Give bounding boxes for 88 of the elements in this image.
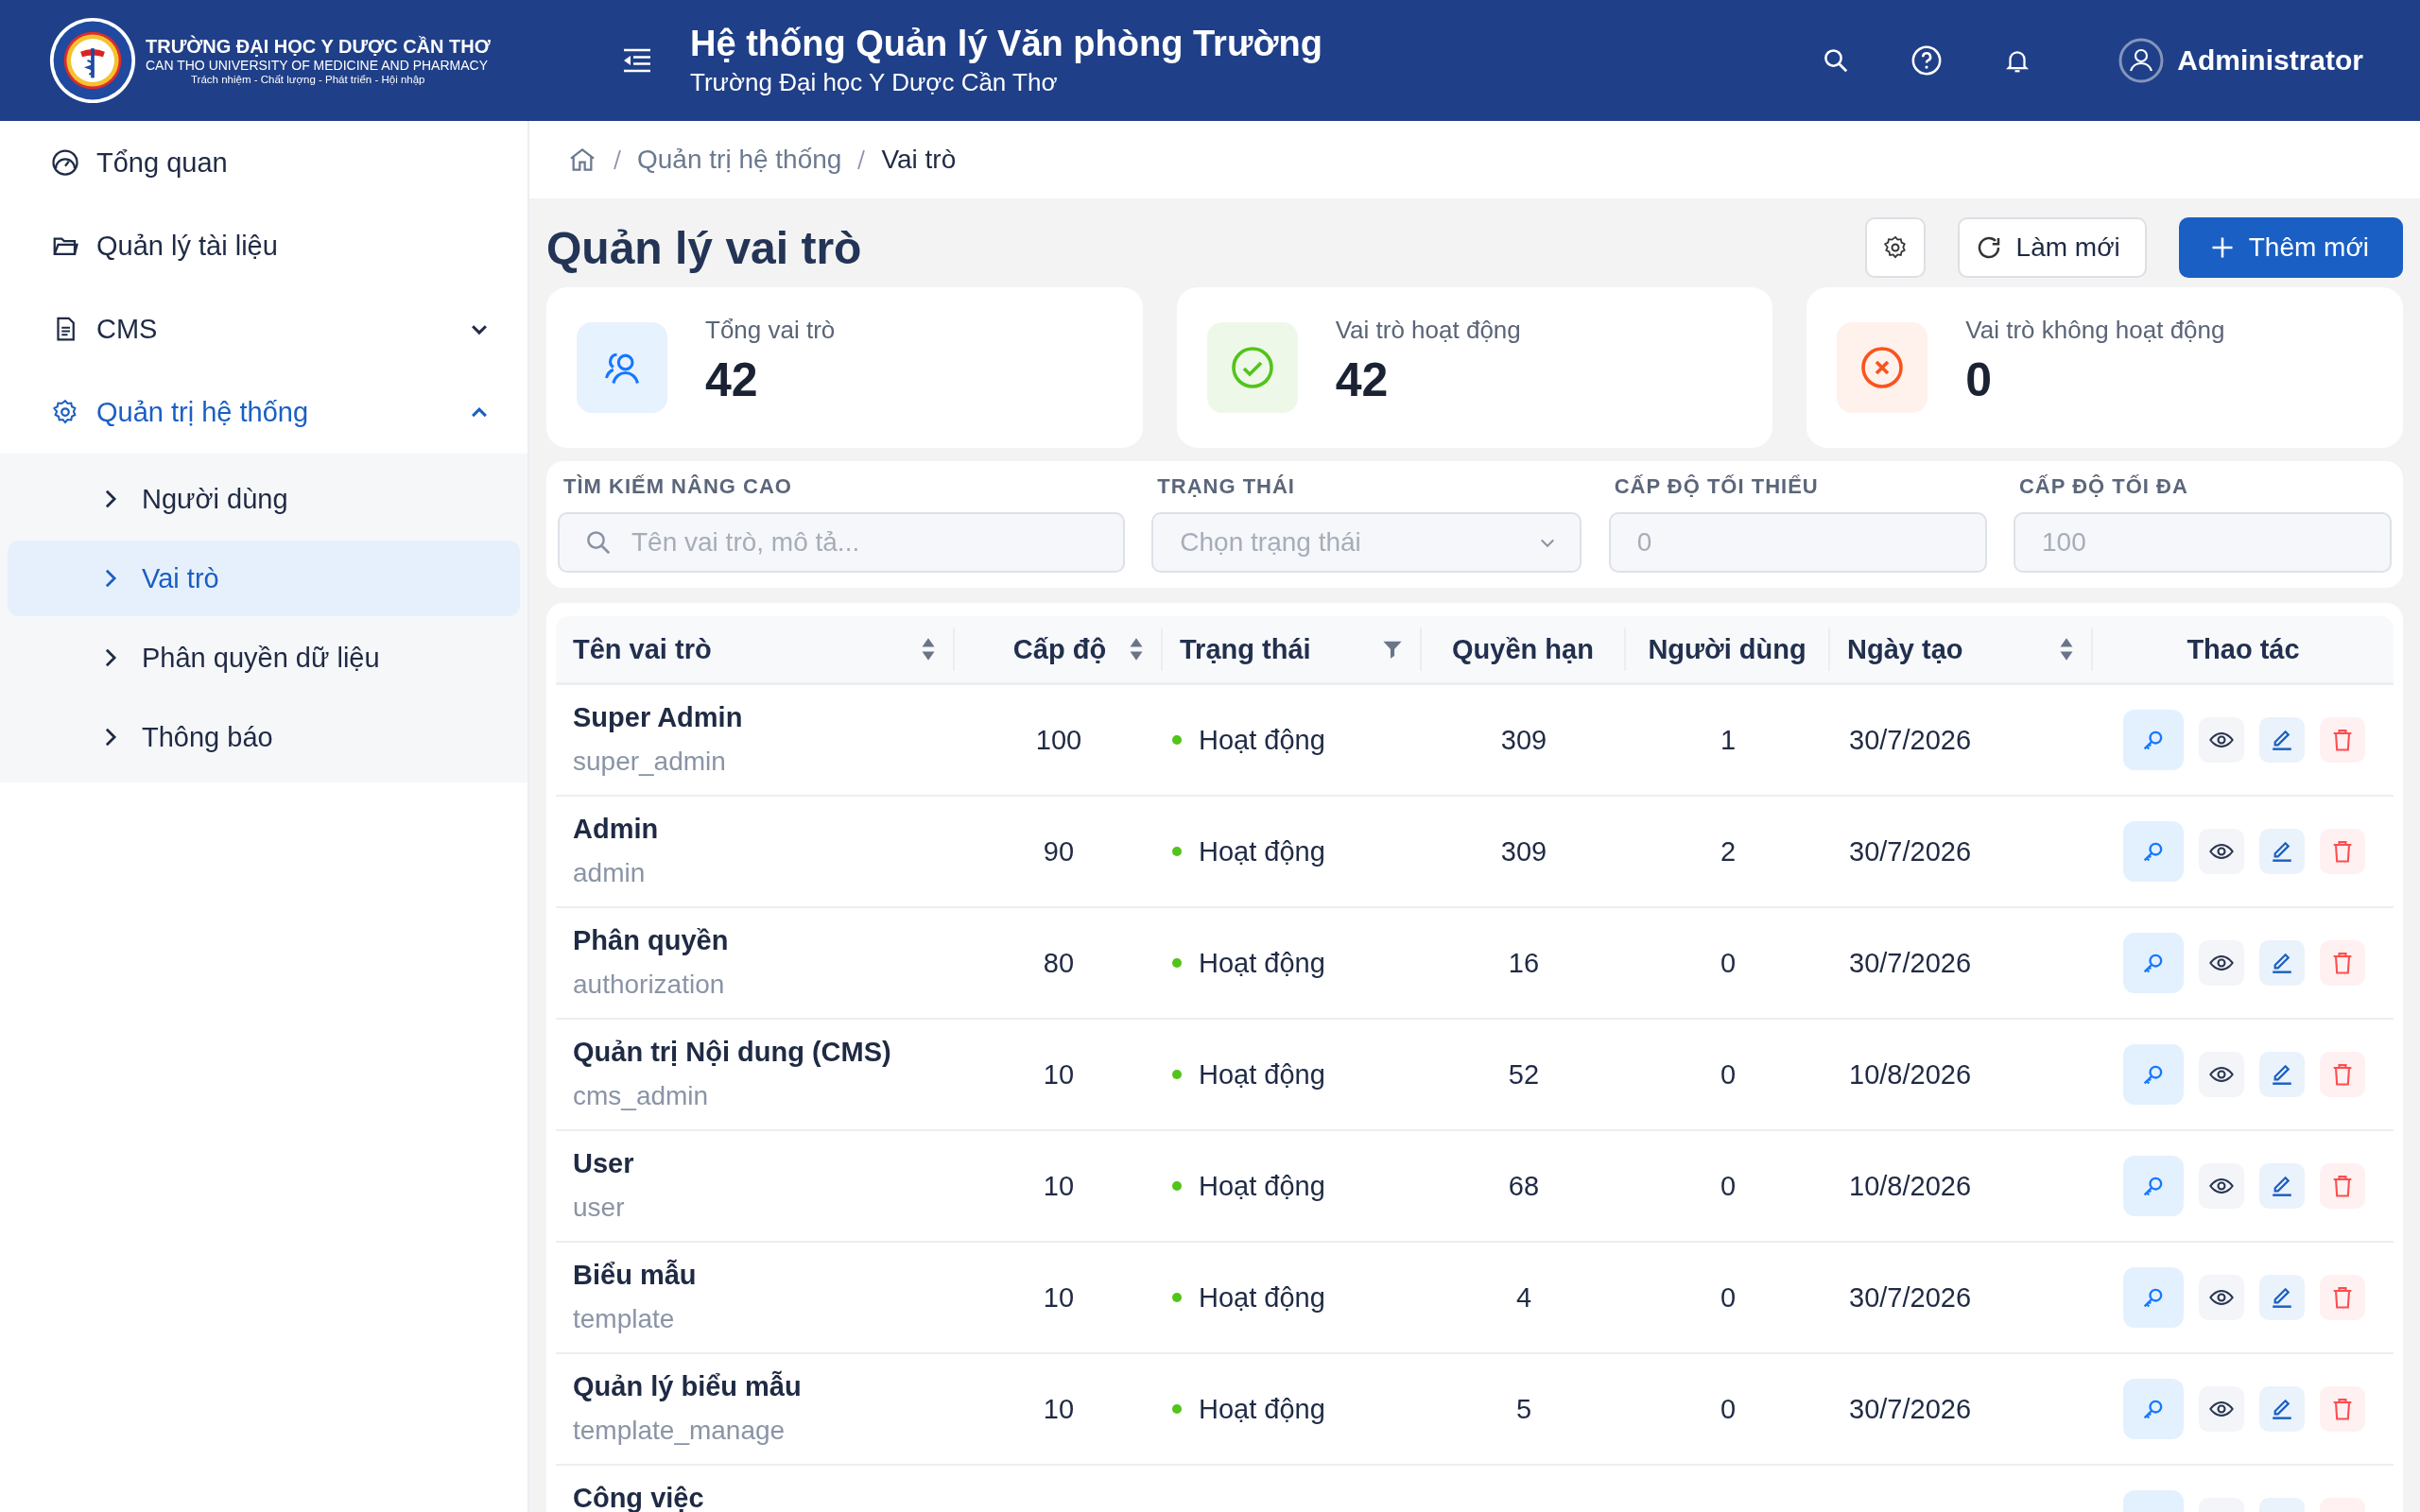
- stat-label: Tổng vai trò: [705, 315, 836, 345]
- app-title: Hệ thống Quản lý Văn phòng Trường: [690, 24, 1322, 64]
- filter-label: CẤP ĐỘ TỐI THIỂU: [1613, 474, 1820, 499]
- page-title: Quản lý vai trò: [546, 221, 862, 274]
- table-cell: 30/7/2026: [1849, 724, 1971, 756]
- table-cell: 2: [1720, 835, 1737, 868]
- table-cell: 30/7/2026: [1849, 1281, 1971, 1314]
- table-cell: 30/7/2026: [1849, 835, 1971, 868]
- column-header[interactable]: Quyền hạn: [1439, 633, 1607, 665]
- stat-value: 42: [705, 352, 759, 407]
- role-name: Biểu mẫu: [573, 1260, 697, 1291]
- number-field[interactable]: 100: [2014, 512, 2392, 573]
- add-button[interactable]: Thêm mới: [2178, 217, 2403, 278]
- column-header[interactable]: Thao tác: [2110, 633, 2377, 665]
- breadcrumb-link[interactable]: Quản trị hệ thống: [637, 145, 842, 175]
- table-cell: 0: [1720, 1393, 1737, 1425]
- table-cell: 16: [1508, 947, 1540, 979]
- refresh-button[interactable]: Làm mới: [1957, 217, 2147, 278]
- stat-value: 0: [1965, 352, 1994, 407]
- role-code: template_manage: [573, 1416, 786, 1446]
- table-cell: 10: [1043, 1170, 1075, 1202]
- nav-item[interactable]: Quản lý tài liệu: [0, 204, 527, 287]
- nav-item[interactable]: CMS: [0, 287, 527, 370]
- table-cell: 309: [1500, 835, 1547, 868]
- table-cell: 10: [1043, 1281, 1075, 1314]
- table-cell: 10/8/2026: [1849, 1170, 1971, 1202]
- search-field[interactable]: Tên vai trò, mô tả...: [558, 512, 1125, 573]
- role-code: user: [573, 1193, 625, 1223]
- table-cell: 0: [1720, 1170, 1737, 1202]
- table-cell: 5: [1515, 1393, 1532, 1425]
- table-cell: 90: [1043, 835, 1075, 868]
- status-text: Hoạt động: [1199, 724, 1325, 756]
- app-subtitle: Trường Đại học Y Dược Cần Thơ: [690, 68, 1059, 97]
- table-cell: 4: [1515, 1281, 1532, 1314]
- status-text: Hoạt động: [1199, 1170, 1325, 1202]
- submenu-item[interactable]: Phân quyền dữ liệu: [8, 620, 520, 696]
- column-header[interactable]: Trạng thái: [1180, 633, 1373, 665]
- school-motto: Trách nhiệm - Chất lượng - Phát triển - Hội nhập: [190, 73, 426, 87]
- table-cell: 0: [1720, 1281, 1737, 1314]
- table-cell: 10/8/2026: [1849, 1058, 1971, 1091]
- school-name: TRƯỜNG ĐẠI HỌC Y DƯỢC CẦN THƠ: [146, 34, 491, 58]
- nav-item[interactable]: Tổng quan: [0, 121, 527, 204]
- table-cell: 30/7/2026: [1849, 1393, 1971, 1425]
- role-code: template: [573, 1304, 675, 1334]
- role-name: Phân quyền: [573, 925, 729, 956]
- table-cell: 309: [1500, 724, 1547, 756]
- table-cell: 0: [1720, 947, 1737, 979]
- status-text: Hoạt động: [1199, 947, 1325, 979]
- submenu-item[interactable]: Vai trò: [8, 541, 520, 616]
- role-code: cms_admin: [573, 1081, 709, 1111]
- user-name[interactable]: Administrator: [2177, 44, 2363, 77]
- status-text: Hoạt động: [1199, 1393, 1325, 1425]
- stat-label: Vai trò hoạt động: [1335, 315, 1521, 345]
- status-text: Hoạt động: [1199, 835, 1325, 868]
- filter-label: TRẠNG THÁI: [1156, 474, 1296, 499]
- number-field[interactable]: 0: [1608, 512, 1987, 573]
- column-header[interactable]: Người dùng: [1643, 633, 1811, 665]
- table-cell: 68: [1508, 1170, 1540, 1202]
- column-header[interactable]: Cấp độ: [972, 633, 1119, 665]
- role-name: User: [573, 1148, 634, 1179]
- submenu-item[interactable]: Người dùng: [8, 461, 520, 537]
- status-text: Hoạt động: [1199, 1058, 1325, 1091]
- table-cell: 0: [1720, 1058, 1737, 1091]
- school-english-name: CAN THO UNIVERSITY OF MEDICINE AND PHARMACY: [146, 57, 489, 74]
- table-cell: 10: [1043, 1393, 1075, 1425]
- table-cell: 100: [1035, 724, 1082, 756]
- table-cell: 80: [1043, 947, 1075, 979]
- role-name: Quản trị Nội dung (CMS): [573, 1037, 891, 1068]
- role-name: Quản lý biểu mẫu: [573, 1371, 802, 1402]
- table-cell: 30/7/2026: [1849, 947, 1971, 979]
- stat-value: 42: [1335, 352, 1390, 407]
- table-cell: 10: [1043, 1058, 1075, 1091]
- role-name: Super Admin: [573, 702, 743, 733]
- role-code: admin: [573, 858, 646, 888]
- status-dropdown[interactable]: Chọn trạng thái: [1151, 512, 1582, 573]
- role-name: Admin: [573, 814, 659, 845]
- submenu-item[interactable]: Thông báo: [8, 699, 520, 775]
- role-code: authorization: [573, 970, 725, 1000]
- role-code: super_admin: [573, 747, 726, 777]
- stat-label: Vai trò không hoạt động: [1965, 315, 2225, 345]
- status-text: Hoạt động: [1199, 1281, 1325, 1314]
- table-cell: 52: [1508, 1058, 1540, 1091]
- table-cell: 1: [1720, 724, 1737, 756]
- filter-label: TÌM KIẾM NÂNG CAO: [562, 474, 793, 499]
- column-header[interactable]: Tên vai trò: [573, 633, 911, 665]
- nav-item[interactable]: Quản trị hệ thống: [0, 370, 527, 454]
- column-header[interactable]: Ngày tạo: [1847, 633, 2049, 665]
- filter-label: CẤP ĐỘ TỐI ĐA: [2018, 474, 2189, 499]
